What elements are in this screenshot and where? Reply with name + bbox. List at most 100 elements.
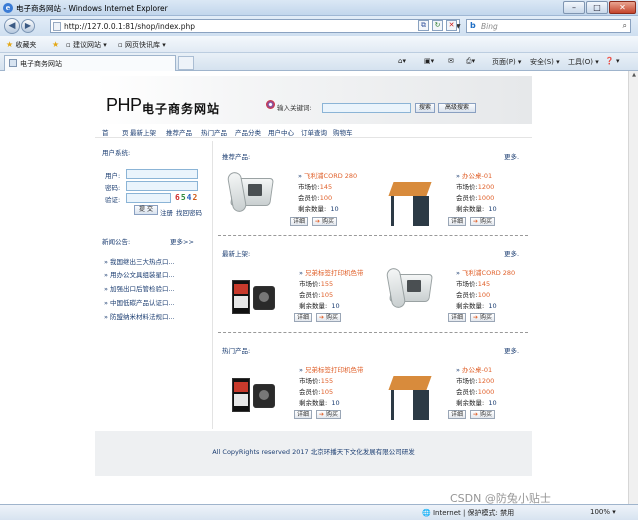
news-item[interactable]: » 中国低碳产品认证口...	[104, 297, 175, 307]
stock-count: 剩余数量: 10	[456, 302, 497, 310]
market-price: 市场价:1200	[456, 183, 495, 191]
password-label: 密码:	[105, 184, 121, 192]
menu-hot[interactable]: 热门产品	[201, 127, 227, 137]
feeds-icon[interactable]: ▣▾	[424, 57, 434, 65]
news-more-link[interactable]: 更多>>	[170, 236, 194, 246]
register-link[interactable]: 注册	[160, 207, 173, 217]
phone-image[interactable]	[385, 264, 433, 324]
username-input[interactable]	[126, 169, 198, 179]
menu-cart[interactable]: 购物车	[333, 127, 353, 137]
password-input[interactable]	[126, 181, 198, 191]
mail-icon[interactable]: ✉	[448, 57, 454, 65]
product-name[interactable]: » 飞利浦CORD 280	[298, 170, 357, 180]
menu-categories[interactable]: 产品分类	[235, 127, 261, 137]
menu-newest[interactable]: 最新上架	[130, 127, 156, 137]
ie-logo-icon: e	[3, 3, 13, 13]
favorites-button[interactable]: ★ 收藏夹	[6, 40, 36, 50]
maximize-button[interactable]: □	[586, 1, 608, 14]
login-submit-button[interactable]: 提 交	[134, 205, 158, 215]
web-slice-gallery-link[interactable]: ▫ 网页快讯库 ▾	[118, 40, 166, 50]
username-label: 用户:	[105, 172, 121, 180]
forward-button[interactable]: ▶	[21, 19, 35, 33]
stock-count: 剩余数量: 10	[456, 399, 497, 407]
login-title: 用户系统:	[102, 149, 131, 157]
buy-button[interactable]: ➔ 购买	[470, 313, 495, 322]
captcha-input[interactable]	[126, 193, 171, 203]
section-more-link[interactable]: 更多.	[504, 345, 519, 355]
buy-button[interactable]: ➔ 购买	[316, 410, 341, 419]
forgot-password-link[interactable]: 找回密码	[176, 207, 202, 217]
safety-menu[interactable]: 安全(S) ▾	[530, 57, 560, 67]
minimize-button[interactable]: –	[563, 1, 585, 14]
cart-icon: ➔	[473, 218, 479, 225]
member-price: 会员价:105	[299, 291, 334, 299]
detail-button[interactable]: 详细	[448, 313, 467, 322]
search-button[interactable]: 搜索	[415, 103, 435, 113]
stop-icon[interactable]: ✕	[446, 20, 457, 31]
product-name[interactable]: » 兄弟标签打印机色带	[299, 267, 364, 277]
home-icon[interactable]: ⌂▾	[398, 57, 406, 65]
search-input[interactable]: b Bing ⌕	[466, 19, 631, 33]
product-name[interactable]: » 办公桌-01	[456, 364, 492, 374]
member-price: 会员价:1000	[456, 388, 495, 396]
buy-button[interactable]: ➔ 购买	[470, 217, 495, 226]
buy-button[interactable]: ➔ 购买	[470, 410, 495, 419]
search-icon[interactable]: ⌕	[623, 21, 627, 31]
main-menu: 首 页 最新上架 推荐产品 热门产品 产品分类 用户中心 订单查询 购物车	[95, 124, 532, 138]
vertical-scrollbar[interactable]: ▲	[628, 71, 638, 504]
compatibility-view-icon[interactable]: ⧉	[418, 20, 429, 31]
menu-user-center[interactable]: 用户中心	[268, 127, 294, 137]
help-menu[interactable]: ❓ ▾	[605, 57, 619, 65]
advanced-search-button[interactable]: 高级搜索	[438, 103, 476, 113]
section-divider	[218, 235, 528, 236]
menu-home-2[interactable]: 页	[122, 127, 129, 137]
desk-image[interactable]	[387, 168, 433, 228]
news-item[interactable]: » 加强出口后管检验口...	[104, 283, 175, 293]
zoom-level[interactable]: 100% ▾	[590, 508, 616, 516]
logo-title: 电子商务网站	[142, 102, 221, 116]
tab-active[interactable]: 电子商务网站	[4, 55, 176, 71]
address-field[interactable]: http://127.0.0.1:81/shop/index.php ▼	[50, 19, 461, 33]
phone-image[interactable]	[226, 168, 274, 228]
section-more-link[interactable]: 更多.	[504, 151, 519, 161]
news-item[interactable]: » 我国继出三大热点口...	[104, 256, 175, 266]
buy-button[interactable]: ➔ 购买	[316, 313, 341, 322]
market-price: 市场价:145	[456, 280, 491, 288]
menu-recommended[interactable]: 推荐产品	[166, 127, 192, 137]
page-menu[interactable]: 页面(P) ▾	[492, 57, 521, 67]
refresh-icon[interactable]: ↻	[432, 20, 443, 31]
buy-button[interactable]: ➔ 购买	[312, 217, 337, 226]
news-item[interactable]: » 防盟纳米材料法规口...	[104, 311, 175, 321]
security-zone[interactable]: 🌐 Internet | 保护模式: 禁用	[422, 508, 514, 518]
ribbon-image[interactable]	[229, 362, 275, 422]
cart-icon: ➔	[473, 314, 479, 321]
menu-order-query[interactable]: 订单查询	[301, 127, 327, 137]
detail-button[interactable]: 详细	[448, 217, 467, 226]
bing-icon: b	[470, 21, 476, 30]
menu-home-1[interactable]: 首	[102, 127, 109, 137]
detail-button[interactable]: 详细	[448, 410, 467, 419]
news-item[interactable]: » 用办公文具组装星口...	[104, 269, 175, 279]
print-icon[interactable]: ⎙▾	[466, 57, 475, 66]
desk-image[interactable]	[387, 362, 433, 422]
scroll-up-icon[interactable]: ▲	[630, 72, 638, 80]
close-button[interactable]: ✕	[609, 1, 636, 14]
back-button[interactable]: ◀	[4, 18, 20, 34]
detail-button[interactable]: 详细	[294, 410, 313, 419]
suggested-sites-link[interactable]: ▫ 建议网站 ▾	[66, 40, 107, 50]
section-title-hot: 热门产品:	[222, 347, 251, 355]
tab-label: 电子商务网站	[20, 60, 62, 68]
ribbon-image[interactable]	[229, 264, 275, 324]
detail-button[interactable]: 详细	[290, 217, 309, 226]
tools-menu[interactable]: 工具(O) ▾	[568, 57, 599, 67]
product-name[interactable]: » 办公桌-01	[456, 170, 492, 180]
product-name[interactable]: » 兄弟标签打印机色带	[299, 364, 364, 374]
captcha-image[interactable]: 6542	[175, 193, 198, 202]
section-more-link[interactable]: 更多.	[504, 248, 519, 258]
new-tab-button[interactable]	[178, 56, 194, 70]
keyword-input[interactable]	[322, 103, 411, 113]
detail-button[interactable]: 详细	[294, 313, 313, 322]
product-name[interactable]: » 飞利浦CORD 280	[456, 267, 515, 277]
add-favorite-icon[interactable]: ★	[52, 40, 59, 49]
section-title-recommended: 推荐产品:	[222, 153, 251, 161]
